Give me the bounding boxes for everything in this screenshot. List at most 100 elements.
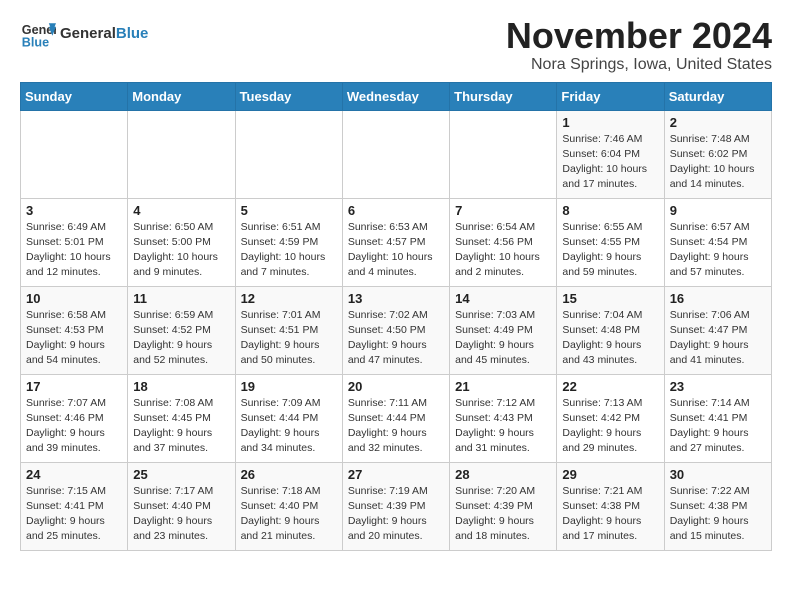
day-cell: [235, 110, 342, 198]
day-info: Sunrise: 7:19 AM Sunset: 4:39 PM Dayligh…: [348, 484, 444, 545]
day-number: 28: [455, 467, 551, 482]
day-info: Sunrise: 7:15 AM Sunset: 4:41 PM Dayligh…: [26, 484, 122, 545]
day-info: Sunrise: 7:11 AM Sunset: 4:44 PM Dayligh…: [348, 396, 444, 457]
location: Nora Springs, Iowa, United States: [506, 56, 772, 74]
logo-icon: General Blue: [20, 16, 56, 52]
day-cell: 30 Sunrise: 7:22 AM Sunset: 4:38 PM Dayli…: [664, 462, 771, 550]
day-cell: 11 Sunrise: 6:59 AM Sunset: 4:52 PM Dayli…: [128, 286, 235, 374]
day-number: 19: [241, 379, 337, 394]
week-row-3: 10 Sunrise: 6:58 AM Sunset: 4:53 PM Dayli…: [21, 286, 772, 374]
week-row-5: 24 Sunrise: 7:15 AM Sunset: 4:41 PM Dayli…: [21, 462, 772, 550]
day-number: 25: [133, 467, 229, 482]
header: General Blue GeneralBlue November 2024 N…: [20, 16, 772, 74]
day-number: 6: [348, 203, 444, 218]
day-info: Sunrise: 6:49 AM Sunset: 5:01 PM Dayligh…: [26, 220, 122, 281]
day-cell: 26Sunrise: 7:18 AM Sunset: 4:40 PM Dayli…: [235, 462, 342, 550]
day-cell: 15 Sunrise: 7:04 AM Sunset: 4:48 PM Dayli…: [557, 286, 664, 374]
day-info: Sunrise: 7:13 AM Sunset: 4:42 PM Dayligh…: [562, 396, 658, 457]
day-info: Sunrise: 6:51 AM Sunset: 4:59 PM Dayligh…: [241, 220, 337, 281]
day-number: 15: [562, 291, 658, 306]
day-info: Sunrise: 7:08 AM Sunset: 4:45 PM Dayligh…: [133, 396, 229, 457]
day-number: 23: [670, 379, 766, 394]
day-info: Sunrise: 6:57 AM Sunset: 4:54 PM Dayligh…: [670, 220, 766, 281]
day-info: Sunrise: 7:03 AM Sunset: 4:49 PM Dayligh…: [455, 308, 551, 369]
day-number: 12: [241, 291, 337, 306]
logo-text-block: GeneralBlue: [60, 26, 148, 43]
day-cell: 12 Sunrise: 7:01 AM Sunset: 4:51 PM Dayli…: [235, 286, 342, 374]
day-info: Sunrise: 7:04 AM Sunset: 4:48 PM Dayligh…: [562, 308, 658, 369]
day-cell: [128, 110, 235, 198]
weekday-header-friday: Friday: [557, 82, 664, 110]
day-cell: 9Sunrise: 6:57 AM Sunset: 4:54 PM Daylig…: [664, 198, 771, 286]
day-cell: 10 Sunrise: 6:58 AM Sunset: 4:53 PM Dayli…: [21, 286, 128, 374]
week-row-4: 17 Sunrise: 7:07 AM Sunset: 4:46 PM Dayli…: [21, 374, 772, 462]
day-number: 10: [26, 291, 122, 306]
day-info: Sunrise: 6:50 AM Sunset: 5:00 PM Dayligh…: [133, 220, 229, 281]
day-info: Sunrise: 7:14 AM Sunset: 4:41 PM Dayligh…: [670, 396, 766, 457]
day-cell: [21, 110, 128, 198]
day-cell: 29 Sunrise: 7:21 AM Sunset: 4:38 PM Dayli…: [557, 462, 664, 550]
day-cell: 16 Sunrise: 7:06 AM Sunset: 4:47 PM Dayli…: [664, 286, 771, 374]
day-info: Sunrise: 6:55 AM Sunset: 4:55 PM Dayligh…: [562, 220, 658, 281]
day-cell: 20 Sunrise: 7:11 AM Sunset: 4:44 PM Dayli…: [342, 374, 449, 462]
day-number: 3: [26, 203, 122, 218]
day-info: Sunrise: 7:12 AM Sunset: 4:43 PM Dayligh…: [455, 396, 551, 457]
svg-text:Blue: Blue: [22, 36, 49, 50]
day-info: Sunrise: 6:54 AM Sunset: 4:56 PM Dayligh…: [455, 220, 551, 281]
day-cell: 14 Sunrise: 7:03 AM Sunset: 4:49 PM Dayli…: [450, 286, 557, 374]
day-cell: 17 Sunrise: 7:07 AM Sunset: 4:46 PM Dayli…: [21, 374, 128, 462]
day-cell: 21 Sunrise: 7:12 AM Sunset: 4:43 PM Dayli…: [450, 374, 557, 462]
day-cell: 5Sunrise: 6:51 AM Sunset: 4:59 PM Daylig…: [235, 198, 342, 286]
day-cell: 19Sunrise: 7:09 AM Sunset: 4:44 PM Dayli…: [235, 374, 342, 462]
day-number: 1: [562, 115, 658, 130]
day-number: 26: [241, 467, 337, 482]
day-number: 2: [670, 115, 766, 130]
calendar-table: SundayMondayTuesdayWednesdayThursdayFrid…: [20, 82, 772, 551]
day-info: Sunrise: 7:06 AM Sunset: 4:47 PM Dayligh…: [670, 308, 766, 369]
day-info: Sunrise: 7:17 AM Sunset: 4:40 PM Dayligh…: [133, 484, 229, 545]
day-info: Sunrise: 7:48 AM Sunset: 6:02 PM Dayligh…: [670, 132, 766, 193]
day-info: Sunrise: 7:20 AM Sunset: 4:39 PM Dayligh…: [455, 484, 551, 545]
day-cell: [450, 110, 557, 198]
logo-blue: Blue: [116, 25, 149, 42]
day-number: 8: [562, 203, 658, 218]
day-info: Sunrise: 6:58 AM Sunset: 4:53 PM Dayligh…: [26, 308, 122, 369]
day-cell: 7Sunrise: 6:54 AM Sunset: 4:56 PM Daylig…: [450, 198, 557, 286]
logo: General Blue GeneralBlue: [20, 16, 148, 52]
day-info: Sunrise: 7:22 AM Sunset: 4:38 PM Dayligh…: [670, 484, 766, 545]
day-number: 29: [562, 467, 658, 482]
weekday-header-sunday: Sunday: [21, 82, 128, 110]
month-title: November 2024: [506, 16, 772, 56]
day-number: 13: [348, 291, 444, 306]
week-row-2: 3 Sunrise: 6:49 AM Sunset: 5:01 PM Daylig…: [21, 198, 772, 286]
day-info: Sunrise: 7:46 AM Sunset: 6:04 PM Dayligh…: [562, 132, 658, 193]
day-number: 18: [133, 379, 229, 394]
calendar-page: General Blue GeneralBlue November 2024 N…: [0, 0, 792, 567]
day-info: Sunrise: 7:02 AM Sunset: 4:50 PM Dayligh…: [348, 308, 444, 369]
day-cell: 8 Sunrise: 6:55 AM Sunset: 4:55 PM Daylig…: [557, 198, 664, 286]
day-info: Sunrise: 6:59 AM Sunset: 4:52 PM Dayligh…: [133, 308, 229, 369]
day-number: 16: [670, 291, 766, 306]
day-cell: 4Sunrise: 6:50 AM Sunset: 5:00 PM Daylig…: [128, 198, 235, 286]
weekday-header-row: SundayMondayTuesdayWednesdayThursdayFrid…: [21, 82, 772, 110]
day-number: 30: [670, 467, 766, 482]
week-row-1: 1 Sunrise: 7:46 AM Sunset: 6:04 PM Daylig…: [21, 110, 772, 198]
day-cell: 25 Sunrise: 7:17 AM Sunset: 4:40 PM Dayli…: [128, 462, 235, 550]
day-number: 27: [348, 467, 444, 482]
day-number: 17: [26, 379, 122, 394]
day-number: 20: [348, 379, 444, 394]
day-cell: 28 Sunrise: 7:20 AM Sunset: 4:39 PM Dayli…: [450, 462, 557, 550]
day-cell: 27 Sunrise: 7:19 AM Sunset: 4:39 PM Dayli…: [342, 462, 449, 550]
day-number: 14: [455, 291, 551, 306]
day-number: 24: [26, 467, 122, 482]
day-cell: 24 Sunrise: 7:15 AM Sunset: 4:41 PM Dayli…: [21, 462, 128, 550]
logo-general: General: [60, 25, 116, 42]
day-cell: 13 Sunrise: 7:02 AM Sunset: 4:50 PM Dayli…: [342, 286, 449, 374]
day-info: Sunrise: 7:21 AM Sunset: 4:38 PM Dayligh…: [562, 484, 658, 545]
day-number: 21: [455, 379, 551, 394]
day-cell: 22Sunrise: 7:13 AM Sunset: 4:42 PM Dayli…: [557, 374, 664, 462]
day-info: Sunrise: 7:07 AM Sunset: 4:46 PM Dayligh…: [26, 396, 122, 457]
day-info: Sunrise: 7:01 AM Sunset: 4:51 PM Dayligh…: [241, 308, 337, 369]
day-cell: 3 Sunrise: 6:49 AM Sunset: 5:01 PM Daylig…: [21, 198, 128, 286]
day-number: 11: [133, 291, 229, 306]
